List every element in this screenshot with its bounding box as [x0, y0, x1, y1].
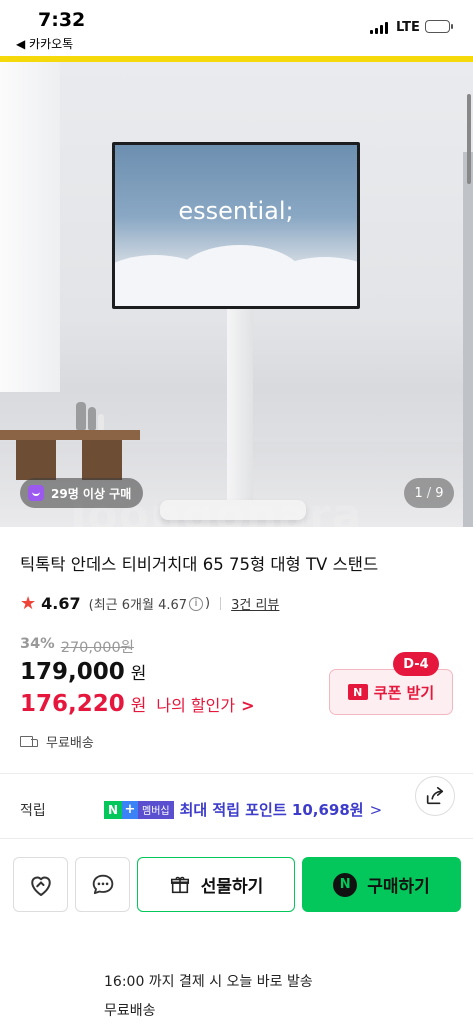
discount-row: 34% 270,000원 [20, 636, 134, 657]
vase [98, 414, 104, 430]
wishlist-button[interactable] [13, 857, 68, 912]
reviews-link[interactable]: 3건 리뷰 [231, 594, 279, 613]
delivery-fee: 무료배송 [104, 1003, 156, 1019]
page-separator: / [426, 485, 432, 501]
share-button[interactable] [415, 776, 455, 816]
truck-icon [20, 735, 38, 748]
scrollbar[interactable] [467, 94, 471, 184]
battery-icon [425, 20, 453, 33]
share-icon [426, 786, 444, 805]
wall-edge [463, 152, 473, 527]
naver-pay-icon: N [333, 872, 358, 897]
image-page-counter: 1 / 9 [404, 478, 454, 508]
naver-n-icon: N [347, 684, 368, 700]
table-leg [16, 440, 56, 480]
gift-button[interactable]: 선물하기 [137, 857, 295, 912]
chevron-right-icon: > [369, 800, 383, 819]
coupon-label: 쿠폰 받기 [373, 683, 435, 702]
chat-bubble-icon [92, 874, 113, 894]
sale-price: 179,000 원 [20, 659, 146, 685]
buy-button[interactable]: N 구매하기 [302, 857, 461, 912]
tv: essential; [112, 142, 360, 309]
discount-rate: 34% [20, 636, 55, 652]
divider [0, 838, 473, 839]
star-icon: ★ [20, 593, 37, 614]
tv-screen: essential; [115, 145, 357, 306]
naver-n-icon: N [104, 800, 122, 819]
heart-icon [30, 876, 51, 896]
clock: 7:32 [38, 9, 86, 31]
my-discount-price[interactable]: 176,220 원 나의 할인가 > [20, 691, 255, 717]
buyers-badge-label: 29명 이상 구매 [51, 486, 132, 501]
page-current: 1 [414, 485, 423, 501]
coffee-table [0, 430, 140, 440]
shipping-label: 무료배송 [46, 736, 94, 751]
talk-button[interactable] [75, 857, 130, 912]
window-light [0, 62, 60, 392]
rating-recent: (최근 6개월 4.67 [88, 598, 188, 613]
sale-price-value: 179,000 [20, 659, 125, 685]
tv-stand-pole [227, 309, 253, 505]
signal-icon [370, 22, 388, 34]
gift-icon [170, 876, 189, 893]
product-title: 틱톡탁 안데스 티비거치대 65 75형 대형 TV 스탠드 [20, 555, 379, 574]
status-bar: 7:32 ◀ 카카오톡 LTE [0, 0, 473, 56]
plus-icon: + [122, 800, 138, 819]
rating-row: ★ 4.67 (최근 6개월 4.67 i ) 3건 리뷰 [20, 593, 279, 614]
points-description: 최대 적립 포인트 10,698원 [179, 801, 364, 819]
buyers-badge: 29명 이상 구매 [20, 478, 144, 508]
network-type: LTE [396, 20, 420, 35]
shipping-info: 무료배송 [20, 732, 94, 751]
buy-label: 구매하기 [367, 877, 430, 897]
chevron-right-icon: > [241, 696, 255, 715]
my-price-unit: 원 [130, 696, 147, 716]
points-label: 적립 [20, 802, 46, 819]
product-image-carousel[interactable]: essential; Joongonara 29명 이상 구매 1 / 9 [0, 62, 473, 527]
gift-label: 선물하기 [200, 877, 264, 897]
vase [76, 402, 86, 430]
my-price-value: 176,220 [20, 691, 125, 717]
shopping-bag-icon [28, 485, 44, 501]
table-leg [82, 440, 122, 480]
rating-recent-close: ) [205, 596, 211, 611]
delivery-cutoff: 16:00 까지 결제 시 오늘 바로 발송 [104, 974, 313, 990]
divider [220, 597, 222, 610]
coupon-button[interactable]: N 쿠폰 받기 [329, 669, 453, 715]
back-to-app-link[interactable]: ◀ 카카오톡 [16, 35, 73, 52]
page-total: 9 [435, 485, 444, 501]
membership-label: 멤버십 [138, 800, 174, 819]
tv-slogan: essential; [178, 197, 294, 225]
rating-score: 4.67 [41, 594, 81, 613]
dday-badge: D-4 [393, 652, 439, 676]
my-discount-label: 나의 할인가 [156, 696, 236, 715]
divider [0, 773, 473, 774]
original-price: 270,000원 [60, 640, 135, 656]
vase [88, 407, 96, 430]
naver-plus-membership-badge: N + 멤버십 [104, 800, 174, 819]
points-row[interactable]: 적립 N + 멤버십 최대 적립 포인트 10,698원 > [20, 799, 460, 820]
sale-price-unit: 원 [130, 664, 147, 684]
info-icon[interactable]: i [189, 596, 204, 611]
